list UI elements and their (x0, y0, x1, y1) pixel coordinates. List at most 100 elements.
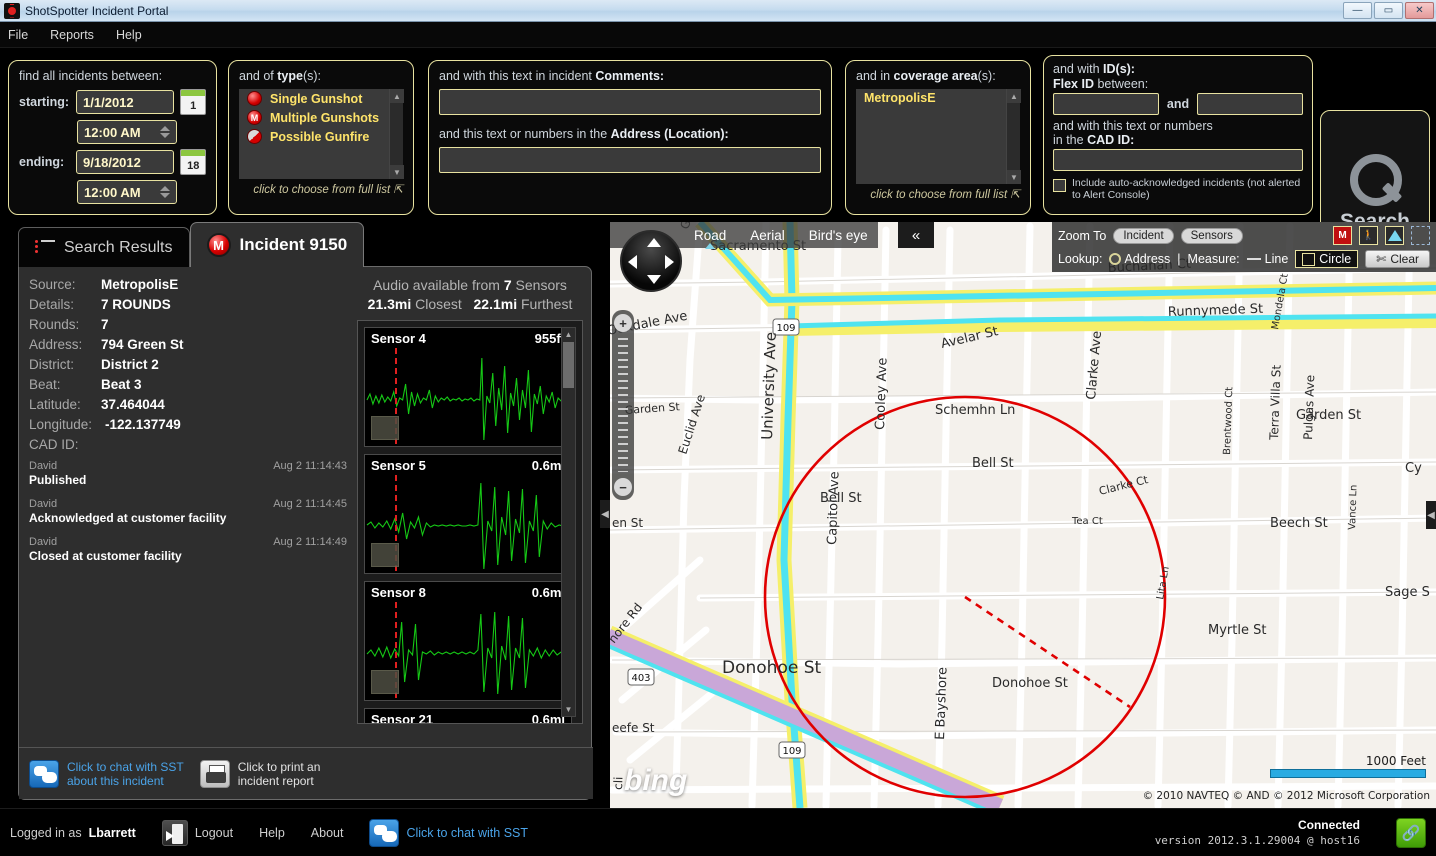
print-incident-report-link[interactable]: Click to print an incident report (200, 760, 321, 788)
play-button[interactable] (371, 543, 399, 567)
ending-time-spinner[interactable] (160, 186, 170, 198)
menu-item-file[interactable]: File (8, 28, 28, 42)
pan-up-icon (647, 238, 661, 247)
address-input[interactable] (439, 147, 821, 173)
starting-time-input[interactable]: 12:00 AM (77, 120, 177, 144)
selection-layer-icon[interactable] (1411, 226, 1430, 245)
type-full-list-hint[interactable]: click to choose from full list ⇱ (239, 182, 403, 196)
coverage-full-list-hint[interactable]: click to choose from full list ⇱ (856, 187, 1020, 201)
starting-time-spinner[interactable] (160, 126, 170, 138)
maximize-icon: ▭ (1375, 6, 1402, 16)
scroll-up-icon[interactable]: ▲ (562, 328, 575, 341)
search-magnifier-icon (1348, 152, 1402, 206)
map-right-collapse-handle[interactable]: ◀ (1426, 501, 1436, 529)
list-item[interactable]: Sensor 210.6mi (364, 708, 572, 724)
incident-detail-pane: Search Results Incident 9150 Source:Metr… (18, 222, 592, 800)
audio-header: Audio available from 7 Sensors (357, 277, 583, 293)
menu-item-help[interactable]: Help (116, 28, 142, 42)
coverage-hint-text: click to choose from full list (870, 189, 1007, 201)
auto-ack-checkbox[interactable] (1053, 179, 1066, 192)
map-scale-bar: 1000 Feet (1270, 754, 1426, 778)
play-button[interactable] (371, 416, 399, 440)
menu-item-reports[interactable]: Reports (50, 28, 94, 42)
field-beat: Beat:Beat 3 (29, 377, 349, 392)
close-button[interactable]: ✕ (1405, 2, 1434, 19)
list-item[interactable]: Possible Gunfire (239, 127, 403, 146)
app-logo-icon (4, 3, 20, 19)
sensor-list-scrollbar[interactable]: ▲ ▼ (561, 327, 576, 717)
version-label: version 2012.3.1.29004 @ host16 (1155, 833, 1360, 848)
chat-about-incident-link[interactable]: Click to chat with SST about this incide… (29, 760, 184, 788)
zoom-out-button[interactable]: − (614, 478, 632, 496)
incident-type-listbox[interactable]: Single Gunshot Multiple Gunshots Possibl… (239, 89, 403, 179)
flex-id-to-input[interactable] (1197, 93, 1303, 115)
coverage-layer-icon[interactable] (1385, 226, 1404, 245)
flex-id-label: Flex ID between: (1053, 77, 1303, 91)
print-link-line1: Click to print an (238, 760, 321, 774)
tab-search-results[interactable]: Search Results (18, 227, 190, 267)
play-button[interactable] (371, 670, 399, 694)
map-mode-aerial[interactable]: Aerial (750, 228, 785, 243)
left-pane-collapse-handle[interactable]: ◀ (600, 500, 610, 528)
list-item[interactable]: Sensor 80.6mi (364, 581, 572, 701)
flex-id-suffix: between: (1094, 77, 1148, 91)
starting-time-value: 12:00 AM (84, 125, 141, 140)
map-mode-road[interactable]: Road (694, 228, 726, 243)
link-icon[interactable]: 🔗 (1396, 818, 1426, 848)
scroll-up-icon[interactable]: ▲ (1007, 89, 1021, 103)
lookup-address-button[interactable]: Address (1109, 252, 1170, 266)
id-filter-panel: and with ID(s): Flex ID between: and and… (1043, 55, 1313, 215)
zoom-in-button[interactable]: + (614, 314, 632, 332)
sensor-list[interactable]: Sensor 4955ft Sensor 50.6mi (357, 320, 583, 724)
measure-circle-button[interactable]: Circle (1295, 250, 1358, 268)
scroll-down-icon[interactable]: ▼ (562, 703, 575, 716)
sensor-layer-icon[interactable]: 🚶 (1359, 226, 1378, 245)
ending-date-input[interactable]: 9/18/2012 (76, 150, 174, 174)
clear-button[interactable]: ✄ Clear (1365, 250, 1430, 268)
logged-in-prefix: Logged in as (10, 826, 82, 840)
measure-line-button[interactable]: Line (1247, 252, 1289, 266)
field-value: MetropolisE (101, 277, 178, 292)
map-zoom-slider[interactable]: + − (612, 310, 634, 500)
list-item[interactable]: Sensor 50.6mi (364, 454, 572, 574)
ending-time-input[interactable]: 12:00 AM (77, 180, 177, 204)
app-window: ShotSpotter Incident Portal — ▭ ✕ File R… (0, 0, 1436, 856)
coverage-listbox[interactable]: MetropolisE ▲ ▼ (856, 89, 1020, 184)
auto-ack-checkbox-row[interactable]: Include auto-acknowledged incidents (not… (1053, 177, 1303, 201)
scroll-up-icon[interactable]: ▲ (390, 89, 404, 103)
starting-date-input[interactable]: 1/1/2012 (76, 90, 174, 114)
flex-id-from-input[interactable] (1053, 93, 1159, 115)
zoom-ticks[interactable] (618, 338, 628, 472)
list-item[interactable]: MetropolisE (856, 89, 1020, 107)
scroll-down-icon[interactable]: ▼ (390, 165, 404, 179)
map-panel-collapse-button[interactable]: « (898, 222, 934, 248)
about-button[interactable]: About (311, 826, 344, 840)
map-view[interactable]: 109 109 403 Sacramento StGlen WayOakdale… (610, 222, 1436, 808)
list-item[interactable]: Single Gunshot (239, 89, 403, 108)
coverage-list-scrollbar[interactable]: ▲ ▼ (1006, 89, 1020, 184)
scrollbar-thumb[interactable] (563, 342, 574, 388)
cad-id-input[interactable] (1053, 149, 1303, 171)
multiple-gunshots-icon (207, 233, 231, 257)
incident-layer-icon[interactable]: M (1333, 226, 1352, 245)
starting-calendar-button[interactable]: 1 (180, 89, 206, 115)
help-button[interactable]: Help (259, 826, 285, 840)
tab-incident[interactable]: Incident 9150 (190, 222, 365, 267)
type-list-scrollbar[interactable]: ▲ ▼ (389, 89, 403, 179)
minimize-button[interactable]: — (1343, 2, 1372, 19)
list-item[interactable]: Sensor 4955ft (364, 327, 572, 447)
pan-left-icon (628, 255, 637, 269)
list-item[interactable]: Multiple Gunshots (239, 108, 403, 127)
scroll-down-icon[interactable]: ▼ (1007, 170, 1021, 184)
starting-date-row: starting: 1/1/2012 1 (19, 89, 206, 115)
zoom-to-sensors-button[interactable]: Sensors (1181, 228, 1243, 244)
logout-button[interactable]: Logout (162, 820, 233, 846)
field-value: 37.464044 (101, 397, 165, 412)
map-mode-birdseye[interactable]: Bird's eye (809, 228, 868, 243)
map-pan-control[interactable] (620, 230, 682, 292)
chat-with-sst-button[interactable]: Click to chat with SST (369, 819, 528, 847)
ending-calendar-button[interactable]: 18 (180, 149, 206, 175)
zoom-to-incident-button[interactable]: Incident (1113, 228, 1173, 244)
comments-input[interactable] (439, 89, 821, 115)
maximize-button[interactable]: ▭ (1374, 2, 1403, 19)
